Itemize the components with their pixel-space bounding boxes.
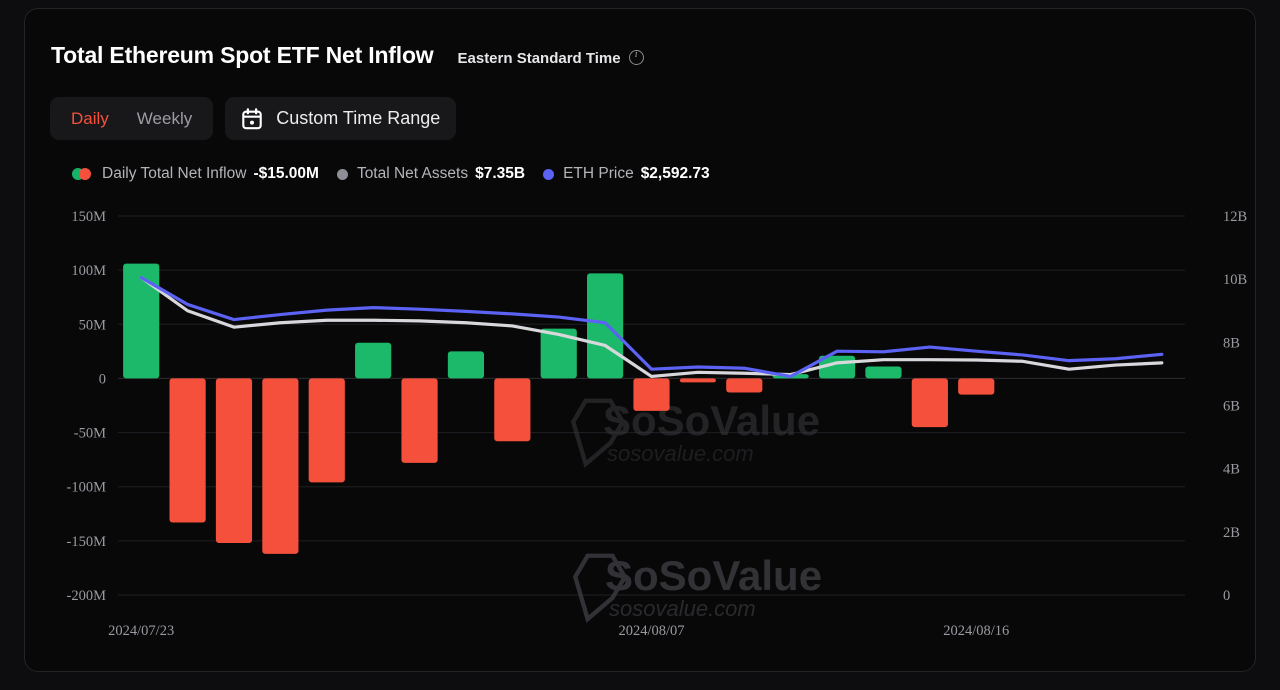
y-axis-tick-label: -150M (67, 534, 107, 550)
blue-dot-icon (543, 168, 555, 180)
legend-item-net-inflow[interactable]: Daily Total Net Inflow -$15.00M (72, 165, 319, 183)
y2-axis-tick-label: 6B (1223, 399, 1240, 415)
bar[interactable] (262, 378, 299, 554)
svg-text:SoSoValue: SoSoValue (605, 552, 822, 599)
legend-item-eth-price[interactable]: ETH Price $2,592.73 (543, 165, 710, 183)
bar[interactable] (494, 378, 531, 442)
legend-value-net-inflow: -$15.00M (253, 165, 319, 182)
y2-axis-tick-label: 10B (1223, 272, 1247, 288)
legend-label-net-inflow: Daily Total Net Inflow (102, 165, 247, 182)
watermark: SoSoValuesosovalue.com (570, 397, 820, 468)
tab-daily[interactable]: Daily (57, 103, 123, 135)
legend-item-net-assets[interactable]: Total Net Assets $7.35B (336, 165, 526, 183)
chart-plot-area[interactable]: 150M 100M 50M 0 -50M -100M -150M -200M 12B 10B 8B 6… (25, 199, 1255, 654)
y-axis-tick-label: -100M (67, 480, 107, 496)
y-axis-tick-label: -200M (67, 588, 107, 604)
custom-time-range-button[interactable]: Custom Time Range (225, 97, 457, 140)
bar[interactable] (587, 273, 624, 379)
y-axis-tick-label: 50M (79, 317, 107, 333)
legend-value-net-assets: $7.35B (475, 165, 526, 182)
bar[interactable] (726, 378, 763, 393)
y2-axis-tick-label: 0 (1223, 588, 1230, 604)
legend-label-eth-price: ETH Price (563, 165, 634, 182)
legend-value-eth-price: $2,592.73 (640, 165, 710, 182)
y2-axis-tick-label: 2B (1223, 525, 1240, 541)
y2-axis-tick-label: 12B (1223, 209, 1247, 225)
page-title: Total Ethereum Spot ETF Net Inflow (51, 42, 434, 68)
line-series[interactable] (139, 275, 1164, 379)
chart-legend: Daily Total Net Inflow -$15.00M Total Ne… (72, 165, 728, 183)
bar[interactable] (215, 378, 253, 544)
watermark: SoSoValuesosovalue.com (572, 552, 822, 623)
etf-inflow-card: Total Ethereum Spot ETF Net Inflow Easte… (24, 8, 1256, 672)
info-icon[interactable] (628, 49, 644, 65)
bar[interactable] (447, 351, 485, 379)
custom-time-range-label: Custom Time Range (276, 108, 441, 128)
y-axis-tick-label: 100M (71, 263, 106, 279)
x-axis-tick-label: 2024/08/16 (943, 623, 1009, 639)
bar[interactable] (633, 378, 670, 411)
bar[interactable] (123, 263, 160, 379)
bar[interactable] (911, 378, 948, 428)
y2-axis-tick-label: 8B (1223, 335, 1240, 351)
gray-dot-icon (336, 168, 348, 180)
svg-text:sosovalue.com: sosovalue.com (607, 441, 754, 466)
chart-svg: 150M 100M 50M 0 -50M -100M -150M -200M 12B 10B 8B 6… (67, 209, 1248, 639)
interval-segmented-control: Daily Weekly (50, 97, 214, 140)
bar[interactable] (401, 378, 438, 463)
bar[interactable] (958, 378, 995, 395)
split-green-red-dot-icon (72, 168, 93, 180)
bar[interactable] (355, 342, 392, 379)
svg-text:sosovalue.com: sosovalue.com (609, 596, 756, 621)
y2-axis-tick-label: 4B (1223, 462, 1240, 478)
card-header: Total Ethereum Spot ETF Net Inflow Easte… (51, 42, 644, 69)
legend-label-net-assets: Total Net Assets (356, 165, 469, 182)
bar[interactable] (308, 378, 345, 483)
bar[interactable] (679, 378, 716, 383)
y-axis-tick-label: -50M (74, 426, 106, 442)
chart-controls: Daily Weekly Custom Time Range (50, 97, 457, 140)
calendar-icon (242, 107, 262, 129)
x-axis-tick-label: 2024/07/23 (108, 623, 174, 639)
timezone-label: Eastern Standard Time (457, 50, 621, 67)
tab-weekly[interactable]: Weekly (123, 103, 206, 135)
y-axis-tick-label: 0 (99, 371, 106, 387)
y-axis-tick-label: 150M (71, 209, 106, 225)
x-axis-tick-label: 2024/08/07 (618, 623, 684, 639)
bar[interactable] (865, 366, 902, 379)
bar[interactable] (169, 378, 206, 523)
